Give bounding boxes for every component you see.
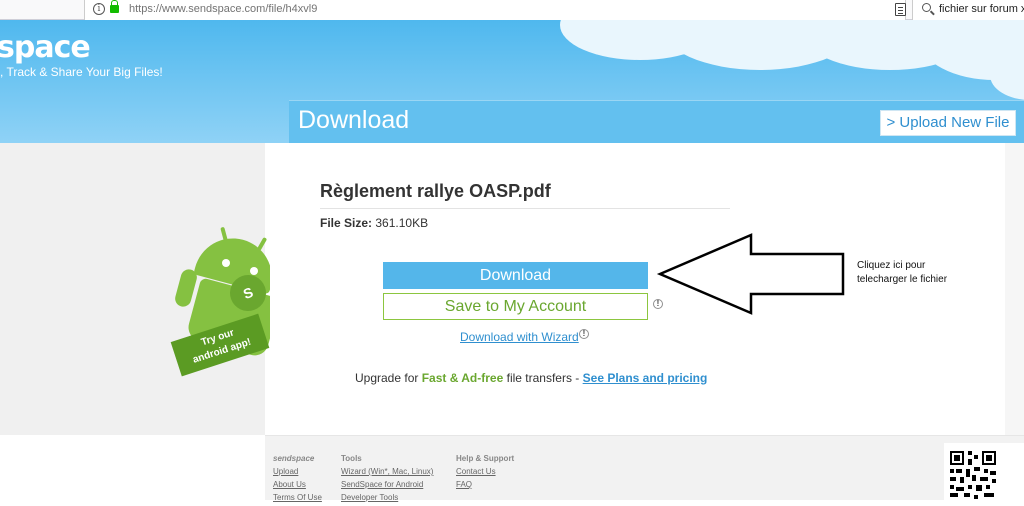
file-size-label: File Size:	[320, 216, 373, 230]
footer-column-help: Help & Support Contact Us FAQ	[456, 452, 514, 491]
annotation-text: Cliquez ici pour telecharger le fichier	[857, 259, 947, 287]
divider	[320, 208, 730, 209]
android-eye	[250, 267, 258, 275]
search-icon	[922, 3, 931, 12]
footer-link-upload[interactable]: Upload	[273, 465, 322, 478]
annotation-arrow-icon	[656, 233, 845, 315]
android-app-promo[interactable]: S Try our android app!	[170, 225, 270, 385]
address-bar[interactable]: i https://www.sendspace.com/file/h4xvl9 …	[84, 0, 984, 20]
search-box[interactable]: fichier sur forum x	[912, 0, 1024, 20]
info-icon[interactable]: i	[93, 3, 105, 15]
upgrade-highlight: Fast & Ad-free	[421, 371, 504, 385]
footer-heading: Tools	[341, 454, 362, 463]
annotation-line1: Cliquez ici pour	[857, 260, 926, 271]
footer-link-developer[interactable]: Developer Tools	[341, 491, 433, 504]
upload-new-file-button[interactable]: > Upload New File	[880, 110, 1016, 136]
footer-column-sendspace: sendspace Upload About Us Terms Of Use	[273, 452, 322, 504]
footer-link-faq[interactable]: FAQ	[456, 478, 514, 491]
android-eye	[222, 259, 230, 267]
download-with-wizard-link[interactable]: Download with Wizard	[460, 330, 579, 344]
footer-link-android[interactable]: SendSpace for Android	[341, 478, 433, 491]
save-to-account-button[interactable]: Save to My Account	[383, 293, 648, 320]
browser-toolbar: i https://www.sendspace.com/file/h4xvl9 …	[0, 0, 1024, 20]
lock-icon	[110, 0, 119, 13]
footer-heading: sendspace	[273, 454, 315, 463]
site-logo[interactable]: space	[0, 30, 91, 65]
plans-pricing-link[interactable]: See Plans and pricing	[583, 371, 708, 385]
footer-heading: Help & Support	[456, 454, 515, 463]
footer-link-about[interactable]: About Us	[273, 478, 322, 491]
page-title: Download	[298, 106, 410, 134]
qr-code	[944, 443, 1024, 500]
file-size-value: 361.10KB	[375, 216, 429, 230]
reader-view-icon[interactable]	[895, 3, 906, 16]
search-input[interactable]: fichier sur forum x	[939, 3, 1024, 15]
footer-link-terms[interactable]: Terms Of Use	[273, 491, 322, 504]
site-tagline: , Track & Share Your Big Files!	[0, 65, 163, 79]
download-button[interactable]: Download	[383, 262, 648, 289]
footer-link-wizard[interactable]: Wizard (Win*, Mac, Linux)	[341, 465, 433, 478]
right-gutter	[1005, 143, 1024, 435]
upgrade-middle: file transfers -	[503, 371, 583, 385]
qr-code-icon	[950, 451, 996, 499]
file-size: File Size: 361.10KB	[320, 216, 428, 230]
footer-column-tools: Tools Wizard (Win*, Mac, Linux) SendSpac…	[341, 452, 433, 504]
url-text[interactable]: https://www.sendspace.com/file/h4xvl9	[129, 3, 317, 15]
upgrade-message: Upgrade for Fast & Ad-free file transfer…	[355, 371, 707, 385]
site-footer: sendspace Upload About Us Terms Of Use T…	[265, 435, 1024, 502]
annotation-line2: telecharger le fichier	[857, 274, 948, 285]
download-section-bar: Download > Upload New File	[289, 100, 1024, 143]
upgrade-prefix: Upgrade for	[355, 371, 422, 385]
file-name: Règlement rallye OASP.pdf	[320, 181, 551, 201]
footer-link-contact[interactable]: Contact Us	[456, 465, 514, 478]
help-icon[interactable]: !	[579, 329, 589, 339]
